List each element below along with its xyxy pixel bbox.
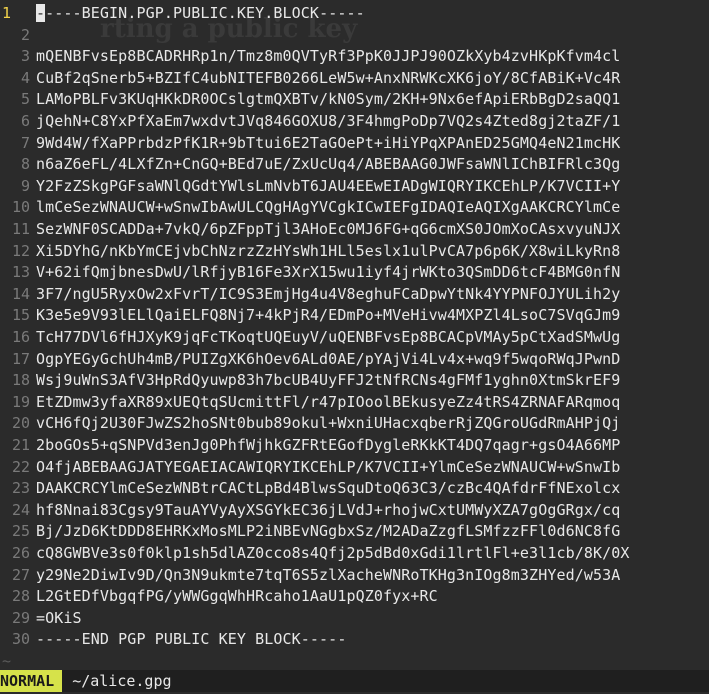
line-text: TcH77DVl6fHJXyK9jqFcTKoqtUQEuyV/uQENBFvs… bbox=[36, 328, 621, 346]
line-text: L2GtEDfVbgqfPG/yWWGgqWhHRcaho1AaU1pQZ0fy… bbox=[36, 587, 438, 606]
editor-line[interactable]: 13 V+62ifQmjbnesDwU/lRfjyB16Fe3XrX15wu1iy… bbox=[0, 261, 709, 283]
editor-line[interactable]: 5 LAMoPBLFv3KUqHKkDR0OCslgtmQXBTv/kN0Sym/… bbox=[0, 88, 709, 110]
editor-line[interactable]: 18 Wsj9uWnS3AfV3HpRdQyuwp83h7bcUB4UyFFJ2t… bbox=[0, 369, 709, 391]
line-number: 9 bbox=[20, 176, 30, 195]
line-number: 19 bbox=[11, 392, 30, 411]
line-text: n6aZ6eFL/4LXfZn+CnGQ+BEd7uE/ZxUcUq4/ABEB… bbox=[36, 155, 621, 174]
line-text: -----END PGP PUBLIC KEY BLOCK----- bbox=[36, 630, 347, 649]
editor-line[interactable]: 23 DAAKCRCYlmCeSezWNBtrCACtLpBd4BlwsSquDt… bbox=[0, 477, 709, 499]
line-number: 24 bbox=[11, 500, 30, 519]
line-text: y29Ne2DiwIv9D/Qn3N9ukmte7tqT6S5zlXacheWN… bbox=[36, 565, 621, 584]
editor-line[interactable]: 21 2boGOs5+qSNPVd3enJg0PhfWjhkGZFRtEGofDy… bbox=[0, 434, 709, 456]
line-text: OgpYEGyGchUh4mB/PUIZgXK6hOev6ALd0AE/pYAj… bbox=[36, 349, 621, 368]
line-text: 2boGOs5+qSNPVd3enJg0PhfWjhkGZFRtEGofDygl… bbox=[36, 436, 621, 454]
line-text: cQ8GWBVe3s0f0klp1sh5dlAZ0cco8s4Qfj2p5dBd… bbox=[36, 544, 630, 562]
file-name: ~/alice.gpg bbox=[72, 672, 172, 690]
line-number: 15 bbox=[11, 306, 30, 325]
line-number: 8 bbox=[20, 155, 30, 174]
mode-indicator: NORMAL bbox=[0, 670, 63, 692]
line-text: Bj/JzD6KtDDD8EHRKxMosMLP2iNBEvNGgbxSz/M2… bbox=[36, 522, 621, 541]
editor-line[interactable]: 16 TcH77DVl6fHJXyK9jqFcTKoqtUQEuyV/uQENBF… bbox=[0, 326, 709, 348]
editor-line[interactable]: 28 L2GtEDfVbgqfPG/yWWGgqWhHRcaho1AaU1pQZ0… bbox=[0, 585, 709, 607]
editor-line[interactable]: 20 vCH6fQj2U30FJwZS2hoSNt0bub89okul+WxniU… bbox=[0, 412, 709, 434]
line-text: -----BEGIN.PGP.PUBLIC.KEY.BLOCK----- bbox=[36, 4, 365, 22]
line-number: 4 bbox=[20, 68, 30, 87]
line-text: 3F7/ngU5RyxOw2xFvrT/IC9S3EmjHg4u4V8eghuF… bbox=[36, 284, 621, 303]
line-number: 14 bbox=[11, 284, 30, 303]
line-number: 23 bbox=[11, 479, 30, 498]
line-number: 17 bbox=[11, 349, 30, 368]
editor-line[interactable]: 1 -----BEGIN.PGP.PUBLIC.KEY.BLOCK----- bbox=[0, 2, 709, 24]
line-text: =OKiS bbox=[36, 608, 82, 627]
line-number: 27 bbox=[11, 565, 30, 584]
line-text: LAMoPBLFv3KUqHKkDR0OCslgtmQXBTv/kN0Sym/2… bbox=[36, 90, 621, 109]
line-number: 1 bbox=[2, 4, 12, 22]
line-number: 6 bbox=[20, 112, 30, 130]
editor-line[interactable]: 15 K3e5e9V93lELlQaiELFQ8Nj7+4kPjR4/EDmPo+… bbox=[0, 304, 709, 326]
line-number: 7 bbox=[20, 133, 30, 152]
editor-line[interactable]: 8 n6aZ6eFL/4LXfZn+CnGQ+BEd7uE/ZxUcUq4/ABE… bbox=[0, 153, 709, 175]
editor-line[interactable]: 22 O4fjABEBAAGJATYEGAEIACAWIQRYIKCEhLP/K7… bbox=[0, 456, 709, 478]
line-text: hf8Nnai83Cgsy9TauAYVyAyXSGYkEC36jLVdJ+rh… bbox=[36, 500, 621, 519]
editor-line[interactable]: 4 CuBf2qSnerb5+BZIfC4ubNITEFB0266LeW5w+An… bbox=[0, 67, 709, 89]
status-line: NORMAL ~/alice.gpg bbox=[0, 670, 709, 692]
editor-line[interactable]: 14 3F7/ngU5RyxOw2xFvrT/IC9S3EmjHg4u4V8egh… bbox=[0, 283, 709, 305]
line-text: SezWNF0SCADDa+7vkQ/6pZFppTjl3AHoEc0MJ6FG… bbox=[36, 220, 621, 238]
editor-line[interactable]: 10 lmCeSezWNAUCW+wSnwIbAwULCQgHAgYVCgkICw… bbox=[0, 196, 709, 218]
line-text: Y2FzZSkgPGFsaWNlQGdtYWlsLmNvbT6JAU4EEwEI… bbox=[36, 176, 621, 195]
editor-line[interactable]: 3 mQENBFvsEp8BCADRHRp1n/Tmz8m0QVTyRf3PpK0… bbox=[0, 45, 709, 67]
editor-line[interactable]: 30 -----END PGP PUBLIC KEY BLOCK----- bbox=[0, 628, 709, 650]
editor-line[interactable]: 6 jQehN+C8YxPfXaEm7wxdvtJVq846GOXU8/3F4hm… bbox=[0, 110, 709, 132]
editor-line[interactable]: 11 SezWNF0SCADDa+7vkQ/6pZFppTjl3AHoEc0MJ6… bbox=[0, 218, 709, 240]
line-text: Wsj9uWnS3AfV3HpRdQyuwp83h7bcUB4UyFFJ2tNf… bbox=[36, 371, 621, 390]
line-text: DAAKCRCYlmCeSezWNBtrCACtLpBd4BlwsSquDtoQ… bbox=[36, 479, 621, 498]
empty-line-marker: ~ bbox=[2, 652, 12, 668]
line-text: lmCeSezWNAUCW+wSnwIbAwULCQgHAgYVCgkICwIE… bbox=[36, 198, 621, 217]
line-text: CuBf2qSnerb5+BZIfC4ubNITEFB0266LeW5w+Anx… bbox=[36, 68, 621, 87]
line-number: 10 bbox=[11, 198, 30, 217]
line-number: 13 bbox=[11, 263, 30, 282]
line-text: O4fjABEBAAGJATYEGAEIACAWIQRYIKCEhLP/K7VC… bbox=[36, 457, 621, 476]
editor-line[interactable]: 24 hf8Nnai83Cgsy9TauAYVyAyXSGYkEC36jLVdJ+… bbox=[0, 499, 709, 521]
line-number: 22 bbox=[11, 457, 30, 476]
line-number: 12 bbox=[11, 241, 30, 260]
line-number: 3 bbox=[20, 47, 30, 66]
line-text: mQENBFvsEp8BCADRHRp1n/Tmz8m0QVTyRf3PpK0J… bbox=[36, 47, 621, 66]
editor-line[interactable]: 7 9Wd4W/fXaPPrbdzPfK1R+9bTtui6E2TaGOePt+i… bbox=[0, 132, 709, 154]
editor-line[interactable]: 17 OgpYEGyGchUh4mB/PUIZgXK6hOev6ALd0AE/pY… bbox=[0, 348, 709, 370]
line-number: 11 bbox=[11, 220, 30, 238]
line-text: 9Wd4W/fXaPPrbdzPfK1R+9bTtui6E2TaGOePt+iH… bbox=[36, 133, 621, 152]
line-text: EtZDmw3yfaXR89xUEQtqSUcmittFl/r47pIOoolB… bbox=[36, 392, 621, 411]
line-number: 18 bbox=[11, 371, 30, 390]
line-text: vCH6fQj2U30FJwZS2hoSNt0bub89okul+WxniUHa… bbox=[36, 414, 621, 433]
editor-line[interactable]: 12 Xi5DYhG/nKbYmCEjvbChNzrzZzHYsWh1HLl5es… bbox=[0, 240, 709, 262]
text-cursor: - bbox=[36, 4, 46, 22]
line-number: 30 bbox=[11, 630, 30, 649]
line-number: 25 bbox=[11, 522, 30, 541]
editor-buffer[interactable]: rting a public key 1 -----BEGIN.PGP.PUBLI… bbox=[0, 0, 709, 668]
line-number: 29 bbox=[11, 608, 30, 627]
line-number: 5 bbox=[20, 90, 30, 109]
editor-line[interactable]: 29 =OKiS bbox=[0, 607, 709, 629]
line-text: K3e5e9V93lELlQaiELFQ8Nj7+4kPjR4/EDmPo+MV… bbox=[36, 306, 621, 325]
editor-line[interactable]: 27 y29Ne2DiwIv9D/Qn3N9ukmte7tqT6S5zlXache… bbox=[0, 564, 709, 586]
line-number: 16 bbox=[11, 328, 30, 346]
line-text: V+62ifQmjbnesDwU/lRfjyB16Fe3XrX15wu1iyf4… bbox=[36, 263, 621, 282]
line-number: 21 bbox=[11, 436, 30, 454]
editor-line[interactable]: 25 Bj/JzD6KtDDD8EHRKxMosMLP2iNBEvNGgbxSz/… bbox=[0, 520, 709, 542]
line-text: jQehN+C8YxPfXaEm7wxdvtJVq846GOXU8/3F4hmg… bbox=[36, 112, 621, 130]
line-number: 2 bbox=[20, 25, 30, 44]
editor-line[interactable]: 26 cQ8GWBVe3s0f0klp1sh5dlAZ0cco8s4Qfj2p5d… bbox=[0, 542, 709, 564]
line-number: 28 bbox=[11, 587, 30, 606]
line-number: 20 bbox=[11, 414, 30, 433]
line-text: Xi5DYhG/nKbYmCEjvbChNzrzZzHYsWh1HLl5eslx… bbox=[36, 241, 621, 260]
line-number: 26 bbox=[11, 544, 30, 562]
editor-line[interactable]: 2 bbox=[0, 24, 709, 46]
editor-line[interactable]: 19 EtZDmw3yfaXR89xUEQtqSUcmittFl/r47pIOoo… bbox=[0, 391, 709, 413]
editor-line[interactable]: 9 Y2FzZSkgPGFsaWNlQGdtYWlsLmNvbT6JAU4EEwE… bbox=[0, 175, 709, 197]
